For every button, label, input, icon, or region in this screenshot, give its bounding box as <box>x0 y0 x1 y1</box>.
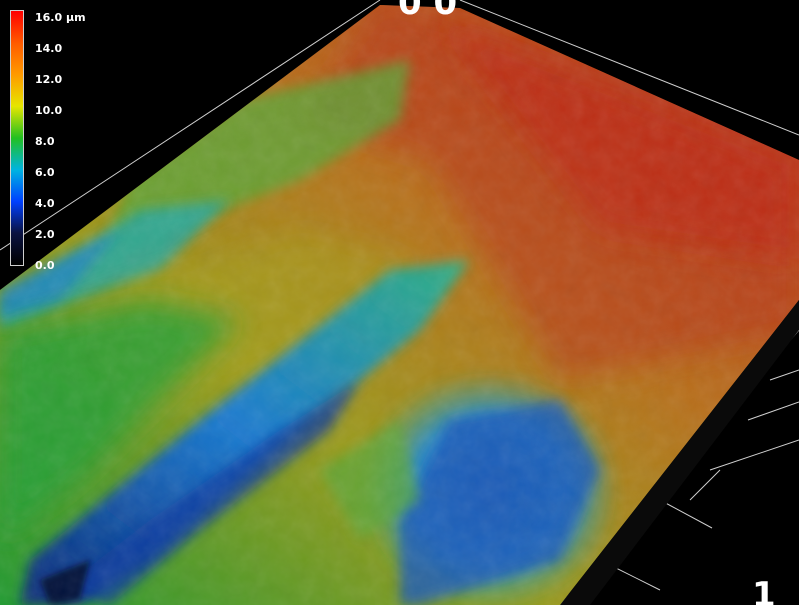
color-scale-tick: 14.0 <box>35 42 63 55</box>
height-color-scale: 16.0 µm 14.0 12.0 10.0 8.0 6.0 4.0 2.0 0… <box>0 0 120 280</box>
color-scale-max-label: 16.0 µm <box>35 11 86 24</box>
color-scale-gradient <box>10 10 24 266</box>
color-scale-tick: 0.0 <box>35 259 55 272</box>
color-scale-tick: 10.0 <box>35 104 63 117</box>
color-scale-tick: 2.0 <box>35 228 55 241</box>
color-scale-tick: 6.0 <box>35 166 55 179</box>
color-scale-tick: 12.0 <box>35 73 63 86</box>
color-scale-tick: 8.0 <box>35 135 55 148</box>
axis-bottom-right-digit: 1 <box>752 575 776 605</box>
color-scale-tick: 4.0 <box>35 197 55 210</box>
axis-top-digits: 0 0 <box>398 0 458 23</box>
3d-surface-viewport[interactable]: 16.0 µm 14.0 12.0 10.0 8.0 6.0 4.0 2.0 0… <box>0 0 799 605</box>
